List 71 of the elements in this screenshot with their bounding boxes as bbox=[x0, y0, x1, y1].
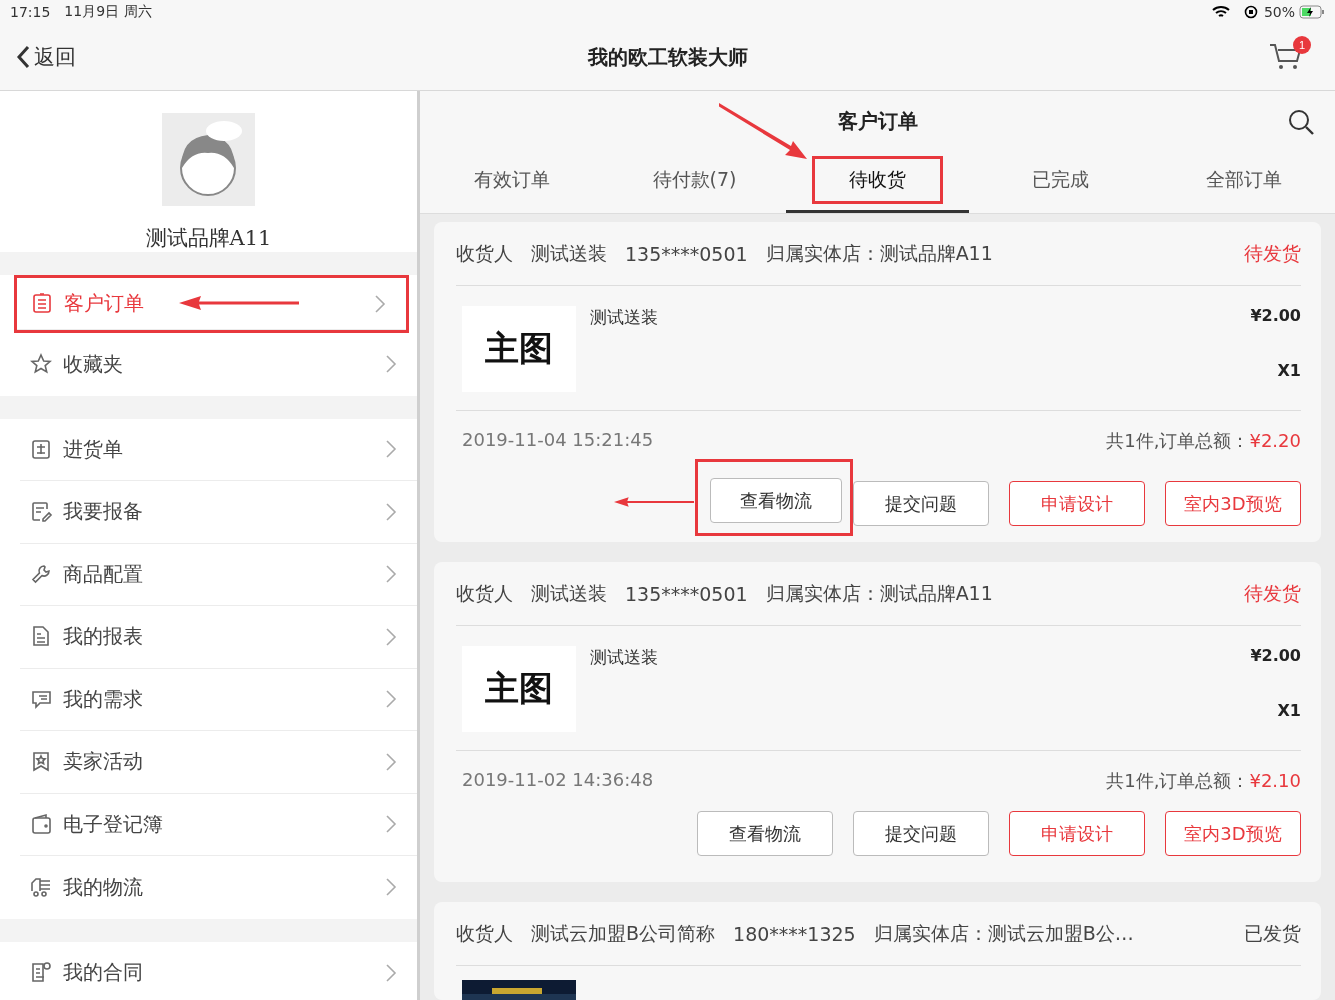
action-button[interactable]: 查看物流 bbox=[710, 478, 842, 523]
order-total: ¥2.20 bbox=[1249, 430, 1301, 451]
order-status: 待发货 bbox=[1244, 580, 1301, 606]
product-price: ¥2.00 bbox=[1250, 646, 1301, 665]
action-button[interactable]: 提交问题 bbox=[853, 811, 989, 856]
action-button[interactable]: 室内3D预览 bbox=[1165, 811, 1301, 856]
cart-badge: 1 bbox=[1293, 36, 1311, 54]
store-name: 归属实体店：测试品牌A11 bbox=[765, 580, 993, 606]
receiver-phone: 180****1325 bbox=[733, 922, 856, 945]
receiver-label: 收货人 bbox=[456, 920, 513, 946]
cart-icon[interactable] bbox=[1269, 42, 1303, 72]
battery-icon bbox=[1299, 5, 1325, 19]
status-time: 17:15 bbox=[10, 4, 51, 20]
chevron-right-icon bbox=[374, 293, 386, 314]
tab[interactable]: 已完成 bbox=[998, 156, 1123, 204]
chevron-right-icon bbox=[385, 814, 397, 835]
receiver-name: 测试送装 bbox=[531, 580, 607, 606]
action-button[interactable]: 室内3D预览 bbox=[1165, 481, 1301, 526]
chevron-right-icon bbox=[385, 564, 397, 585]
receiver-label: 收货人 bbox=[456, 240, 513, 266]
action-button[interactable]: 查看物流 bbox=[697, 811, 833, 856]
product-quantity: X1 bbox=[1277, 701, 1301, 720]
tab[interactable]: 待付款(7) bbox=[618, 156, 771, 204]
order-date: 2019-11-02 14:36:48 bbox=[462, 769, 654, 792]
order-status: 待发货 bbox=[1244, 240, 1301, 266]
profile-name: 测试品牌A11 bbox=[145, 225, 272, 252]
search-icon[interactable] bbox=[1287, 107, 1315, 136]
product-thumbnail: 主图 bbox=[462, 646, 576, 732]
chevron-right-icon bbox=[385, 877, 397, 898]
receiver-phone: 135****0501 bbox=[625, 242, 748, 265]
store-name: 归属实体店：测试品牌A11 bbox=[765, 240, 993, 266]
truck-icon bbox=[30, 875, 53, 899]
chevron-right-icon bbox=[385, 751, 397, 772]
wrench-icon bbox=[30, 562, 53, 586]
wifi-icon bbox=[1211, 5, 1230, 19]
order-total-label: 共1件,订单总额： bbox=[1106, 430, 1250, 451]
rotation-lock-icon bbox=[1243, 5, 1258, 19]
receiver-label: 收货人 bbox=[456, 580, 513, 606]
store-name: 归属实体店：测试云加盟B公… bbox=[873, 920, 1134, 946]
chevron-right-icon bbox=[385, 501, 397, 522]
order-total: ¥2.10 bbox=[1249, 770, 1301, 791]
receiver-name: 测试送装 bbox=[531, 240, 607, 266]
product-thumbnail: 主图 bbox=[462, 306, 576, 392]
panel-title: 客户订单 bbox=[837, 108, 918, 136]
tab[interactable]: 全部订单 bbox=[1171, 156, 1316, 204]
chevron-right-icon bbox=[385, 626, 397, 647]
wallet-icon bbox=[30, 812, 53, 836]
battery-percent: 50% bbox=[1263, 4, 1295, 20]
product-quantity: X1 bbox=[1277, 361, 1301, 380]
product-price: ¥2.00 bbox=[1250, 306, 1301, 325]
order-total-label: 共1件,订单总额： bbox=[1106, 770, 1250, 791]
tab[interactable]: 有效订单 bbox=[439, 156, 584, 204]
action-button[interactable]: 提交问题 bbox=[853, 481, 989, 526]
action-button[interactable]: 申请设计 bbox=[1009, 811, 1145, 856]
back-button[interactable]: 返回 bbox=[16, 43, 216, 71]
receiver-name: 测试云加盟B公司简称 bbox=[531, 920, 716, 946]
star-icon bbox=[30, 352, 53, 376]
chevron-right-icon bbox=[385, 689, 397, 710]
product-name: 测试送装 bbox=[590, 646, 658, 669]
product-name: 测试送装 bbox=[590, 306, 658, 329]
order-status: 已发货 bbox=[1244, 920, 1301, 946]
tab[interactable]: 待收货 bbox=[815, 159, 940, 201]
chevron-right-icon bbox=[385, 354, 397, 375]
chevron-left-icon bbox=[16, 45, 30, 69]
status-date: 11月9日 周六 bbox=[64, 3, 152, 21]
chevron-right-icon bbox=[385, 439, 397, 460]
app-title: 我的欧工软装大师 bbox=[586, 43, 749, 71]
action-button[interactable]: 申请设计 bbox=[1009, 481, 1145, 526]
chevron-right-icon bbox=[385, 962, 397, 983]
receiver-phone: 135****0501 bbox=[625, 582, 748, 605]
order-date: 2019-11-04 15:21:45 bbox=[462, 429, 654, 452]
